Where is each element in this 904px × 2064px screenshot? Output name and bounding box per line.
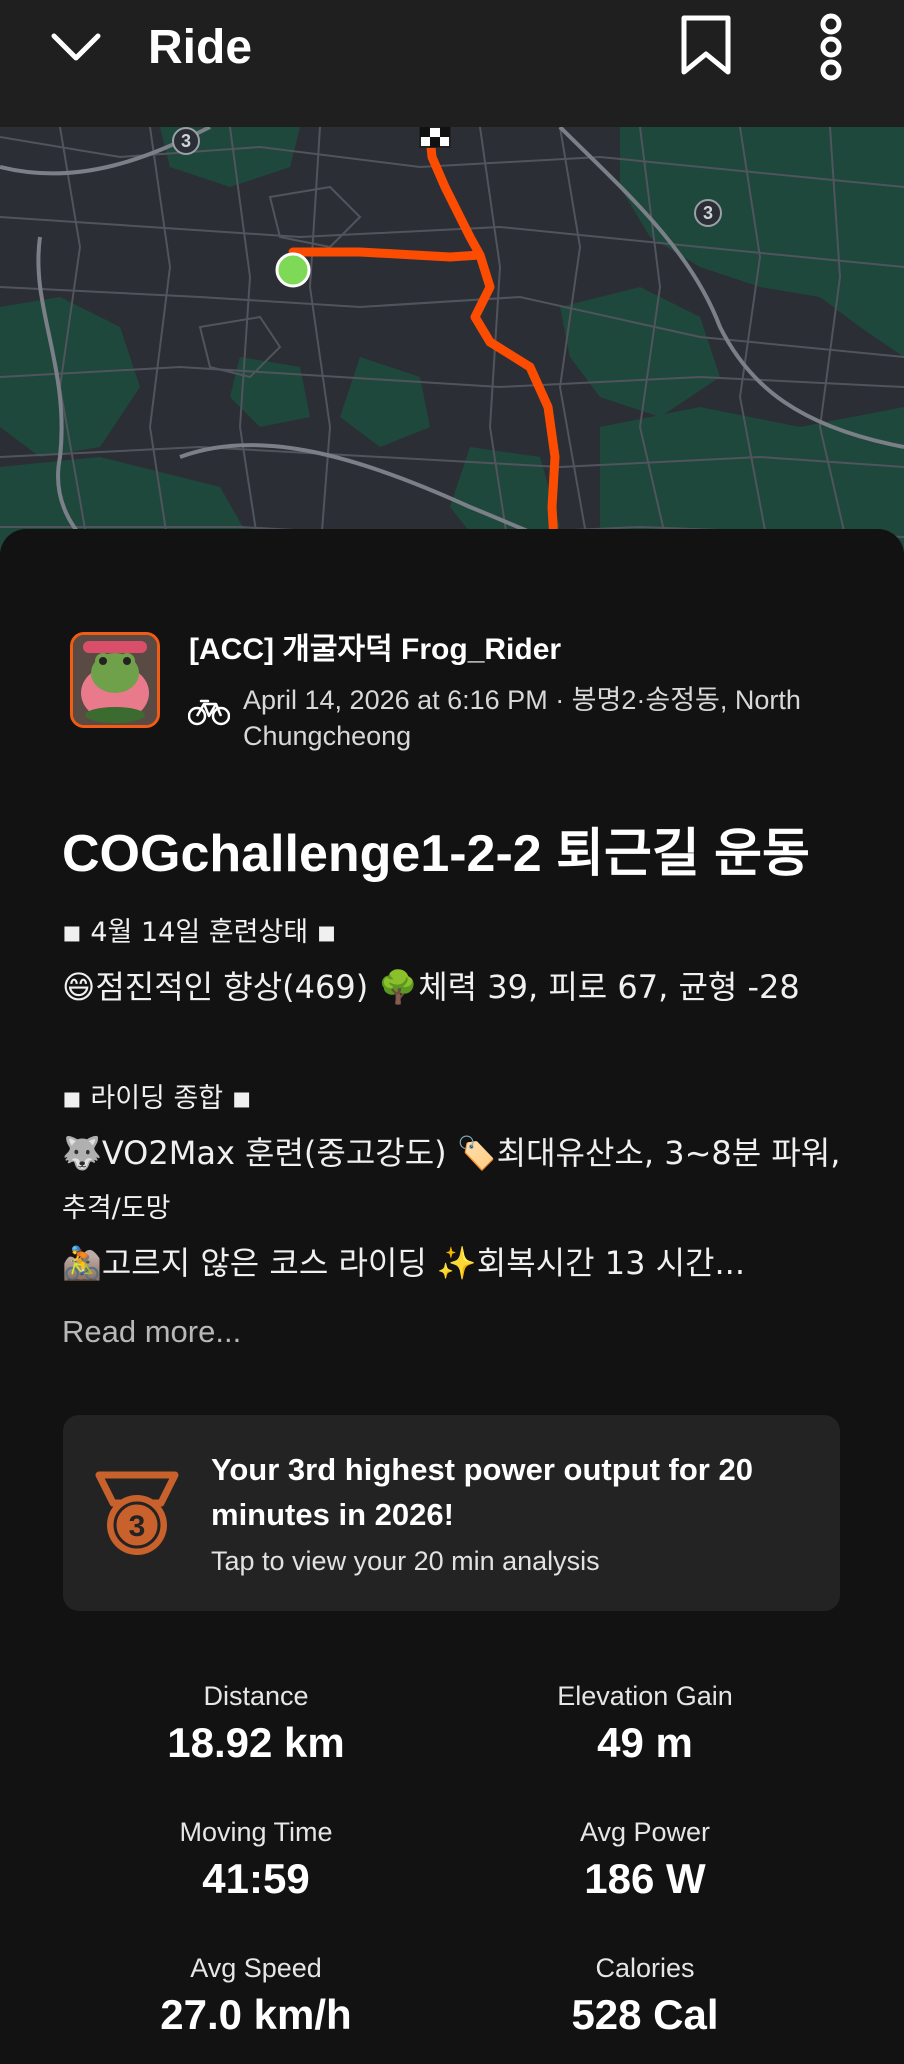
achievement-card[interactable]: 3 Your 3rd highest power output for 20 m… bbox=[63, 1415, 840, 1611]
activity-header: [ACC] 개굴자덕 Frog_Rider April 14, 2026 at … bbox=[70, 632, 870, 762]
stat-value: 186 W bbox=[584, 1855, 706, 1902]
description-line: 추격/도망 bbox=[62, 1193, 171, 1224]
description-line bbox=[62, 1015, 862, 1071]
stat-label: Moving Time bbox=[179, 1817, 333, 1847]
description-line: ◾ 라이딩 종합 ◾ bbox=[62, 1083, 252, 1114]
avatar[interactable] bbox=[70, 632, 160, 728]
frog-avatar-image bbox=[73, 635, 157, 725]
stat-label: Avg Power bbox=[579, 1817, 711, 1847]
chevron-down-icon[interactable] bbox=[48, 20, 104, 76]
description-line: 😄점진적인 향상(469) 🌳체력 39, 피로 67, 균형 -28 bbox=[62, 968, 800, 1006]
road-label-right: 3 bbox=[694, 199, 722, 227]
route-map[interactable]: 3 3 bbox=[0, 127, 904, 557]
description-line: ◾ 4월 14일 훈련상태 ◾ bbox=[62, 917, 337, 948]
svg-text:3: 3 bbox=[703, 203, 713, 223]
start-marker bbox=[275, 252, 311, 288]
page-title: Ride bbox=[148, 21, 253, 74]
bookmark-icon[interactable] bbox=[676, 12, 736, 78]
stat-label: Elevation Gain bbox=[557, 1681, 733, 1711]
top-bar: Ride bbox=[0, 0, 904, 127]
achievement-title: Your 3rd highest power output for 20 min… bbox=[211, 1452, 753, 1532]
medal-icon: 3 bbox=[95, 1471, 179, 1555]
bike-icon bbox=[188, 699, 230, 726]
finish-flag-icon bbox=[419, 127, 451, 148]
stat-value: 27.0 km/h bbox=[160, 1991, 352, 2038]
activity-description: ◾ 4월 14일 훈련상태 ◾ 😄점진적인 향상(469) 🌳체력 39, 피로… bbox=[62, 905, 862, 1291]
stat-elevation-gain: Elevation Gain 49 m bbox=[445, 1678, 845, 1770]
activity-date-location: April 14, 2026 at 6:16 PM · 봉명2·송정동, Nor… bbox=[243, 685, 801, 751]
road-label-left: 3 bbox=[172, 127, 200, 155]
read-more-link[interactable]: Read more... bbox=[62, 1312, 241, 1352]
description-line: 🚵고르지 않은 코스 라이딩 ✨회복시간 13 시간... bbox=[62, 1244, 745, 1282]
stat-value: 528 Cal bbox=[571, 1991, 719, 2038]
stat-label: Avg Speed bbox=[190, 1953, 322, 1983]
description-line: 🐺VO2Max 훈련(중고강도) 🏷️최대유산소, 3~8분 파워, bbox=[62, 1134, 841, 1172]
stat-value: 41:59 bbox=[202, 1855, 310, 1902]
svg-text:3: 3 bbox=[181, 131, 191, 151]
athlete-name[interactable]: [ACC] 개굴자덕 Frog_Rider bbox=[189, 632, 561, 668]
stat-avg-speed: Avg Speed 27.0 km/h bbox=[56, 1950, 456, 2042]
stat-distance: Distance 18.92 km bbox=[56, 1678, 456, 1770]
stat-label: Distance bbox=[203, 1681, 309, 1711]
stat-moving-time: Moving Time 41:59 bbox=[56, 1814, 456, 1906]
stat-value: 18.92 km bbox=[167, 1719, 345, 1766]
stat-avg-power: Avg Power 186 W bbox=[445, 1814, 845, 1906]
achievement-subtitle: Tap to view your 20 min analysis bbox=[211, 1546, 600, 1576]
stat-value: 49 m bbox=[597, 1719, 693, 1766]
stat-label: Calories bbox=[595, 1953, 695, 1983]
map-canvas: 3 3 bbox=[0, 127, 904, 557]
svg-text:3: 3 bbox=[129, 1510, 146, 1543]
stat-calories: Calories 528 Cal bbox=[445, 1950, 845, 2042]
activity-title: COGchallenge1-2-2 퇴근길 운동 bbox=[62, 825, 810, 883]
more-vertical-icon[interactable] bbox=[806, 12, 856, 82]
